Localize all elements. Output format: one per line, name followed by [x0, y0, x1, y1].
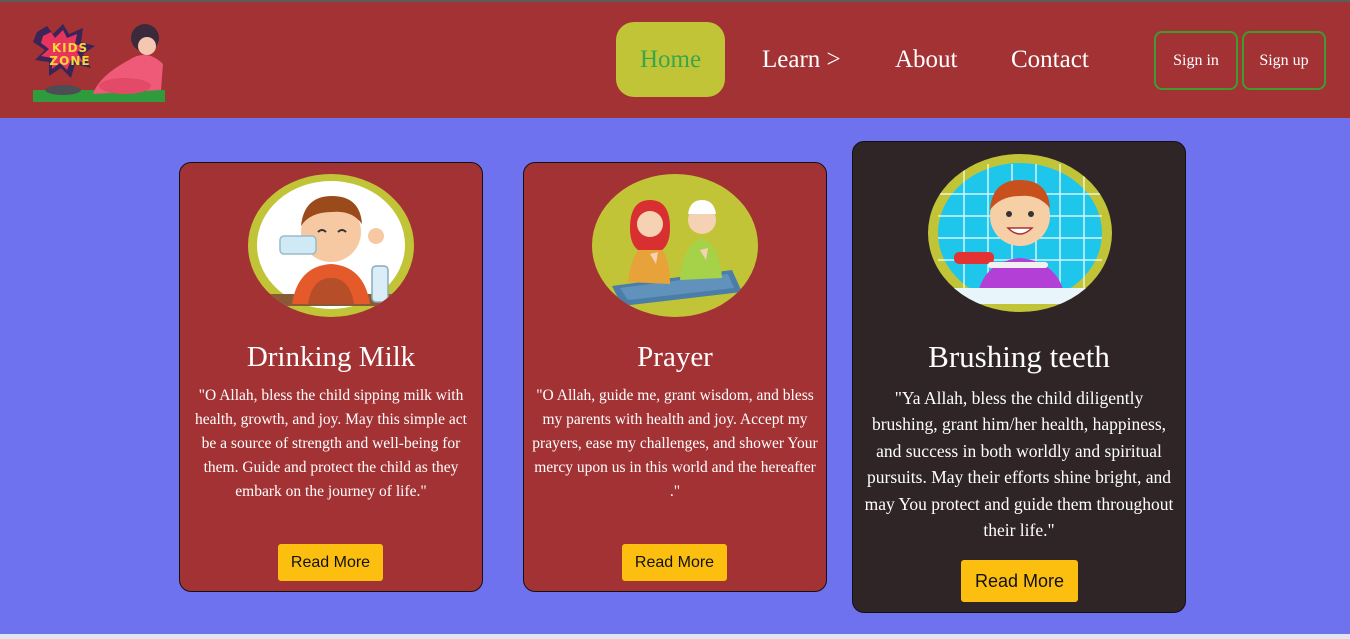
prayer-image — [592, 174, 758, 317]
card-prayer: Prayer "O Allah, guide me, grant wisdom,… — [523, 162, 827, 592]
brushing-teeth-image — [928, 154, 1112, 312]
nav-learn[interactable]: Learn > — [762, 22, 841, 97]
bottom-border — [0, 634, 1350, 639]
read-more-button[interactable]: Read More — [278, 544, 383, 581]
logo-text: KIDS ZONE — [49, 41, 91, 68]
read-more-button[interactable]: Read More — [622, 544, 727, 581]
site-header: KIDS ZONE Home Learn > About Contact Sig… — [0, 2, 1350, 118]
card-text: "O Allah, guide me, grant wisdom, and bl… — [532, 387, 818, 500]
nav-home[interactable]: Home — [616, 22, 725, 97]
card-drinking-milk: Drinking Milk "O Allah, bless the child … — [179, 162, 483, 592]
read-more-button[interactable]: Read More — [961, 560, 1078, 602]
card-text: "Ya Allah, bless the child diligently br… — [864, 388, 1174, 541]
drinking-milk-image — [248, 174, 414, 317]
sign-in-button[interactable]: Sign in — [1154, 31, 1238, 90]
nav-about[interactable]: About — [895, 22, 958, 97]
card-title: Brushing teeth — [928, 339, 1110, 374]
card-brushing-teeth: Brushing teeth "Ya Allah, bless the chil… — [852, 141, 1186, 613]
sign-up-button[interactable]: Sign up — [1242, 31, 1326, 90]
kids-zone-logo[interactable]: KIDS ZONE — [33, 20, 165, 102]
card-title: Drinking Milk — [246, 341, 416, 373]
nav-contact[interactable]: Contact — [1011, 22, 1089, 97]
card-text: "O Allah, bless the child sipping milk w… — [195, 387, 467, 500]
card-title: Prayer — [637, 341, 713, 373]
